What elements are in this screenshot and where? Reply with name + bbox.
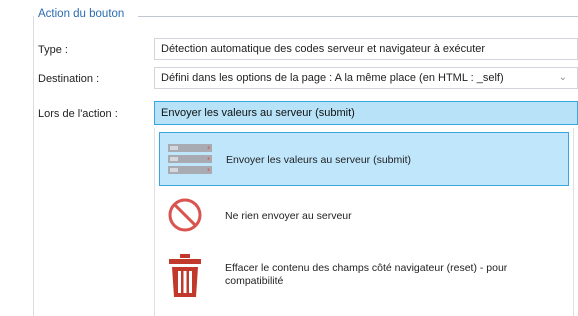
action-label: Lors de l'action : xyxy=(38,108,118,120)
chevron-down-icon[interactable]: ⌄ xyxy=(559,68,567,88)
type-value: Détection automatique des codes serveur … xyxy=(161,43,486,55)
action-select[interactable]: Envoyer les valeurs au serveur (submit) xyxy=(154,101,578,125)
action-dropdown-list: * * * Envoyer les valeurs au serveur (su… xyxy=(154,128,574,316)
trash-icon xyxy=(167,254,203,301)
dropdown-option-reset[interactable]: Effacer le contenu des champs côté navig… xyxy=(159,248,569,306)
svg-text:*: * xyxy=(207,145,211,153)
type-field[interactable]: Détection automatique des codes serveur … xyxy=(154,38,578,60)
type-label: Type : xyxy=(38,44,68,56)
svg-text:*: * xyxy=(207,156,211,164)
svg-text:*: * xyxy=(207,167,211,175)
no-entry-icon xyxy=(167,197,203,236)
dropdown-option-label: Effacer le contenu des champs côté navig… xyxy=(225,262,508,287)
group-legend: Action du bouton xyxy=(38,8,125,20)
group-left-border xyxy=(33,16,34,316)
dropdown-option-none[interactable]: Ne rien envoyer au serveur xyxy=(159,194,569,240)
action-value: Envoyer les valeurs au serveur (submit) xyxy=(161,107,355,119)
submit-form-icon: * * * xyxy=(168,143,212,178)
dropdown-option-submit[interactable]: * * * Envoyer les valeurs au serveur (su… xyxy=(159,132,569,186)
group-top-border xyxy=(138,16,578,17)
destination-label: Destination : xyxy=(38,73,100,85)
dropdown-option-label: Envoyer les valeurs au serveur (submit) xyxy=(226,154,411,166)
destination-value: Défini dans les options de la page : A l… xyxy=(161,72,504,84)
dropdown-option-label: Ne rien envoyer au serveur xyxy=(225,210,352,222)
destination-select[interactable]: Défini dans les options de la page : A l… xyxy=(154,67,578,89)
